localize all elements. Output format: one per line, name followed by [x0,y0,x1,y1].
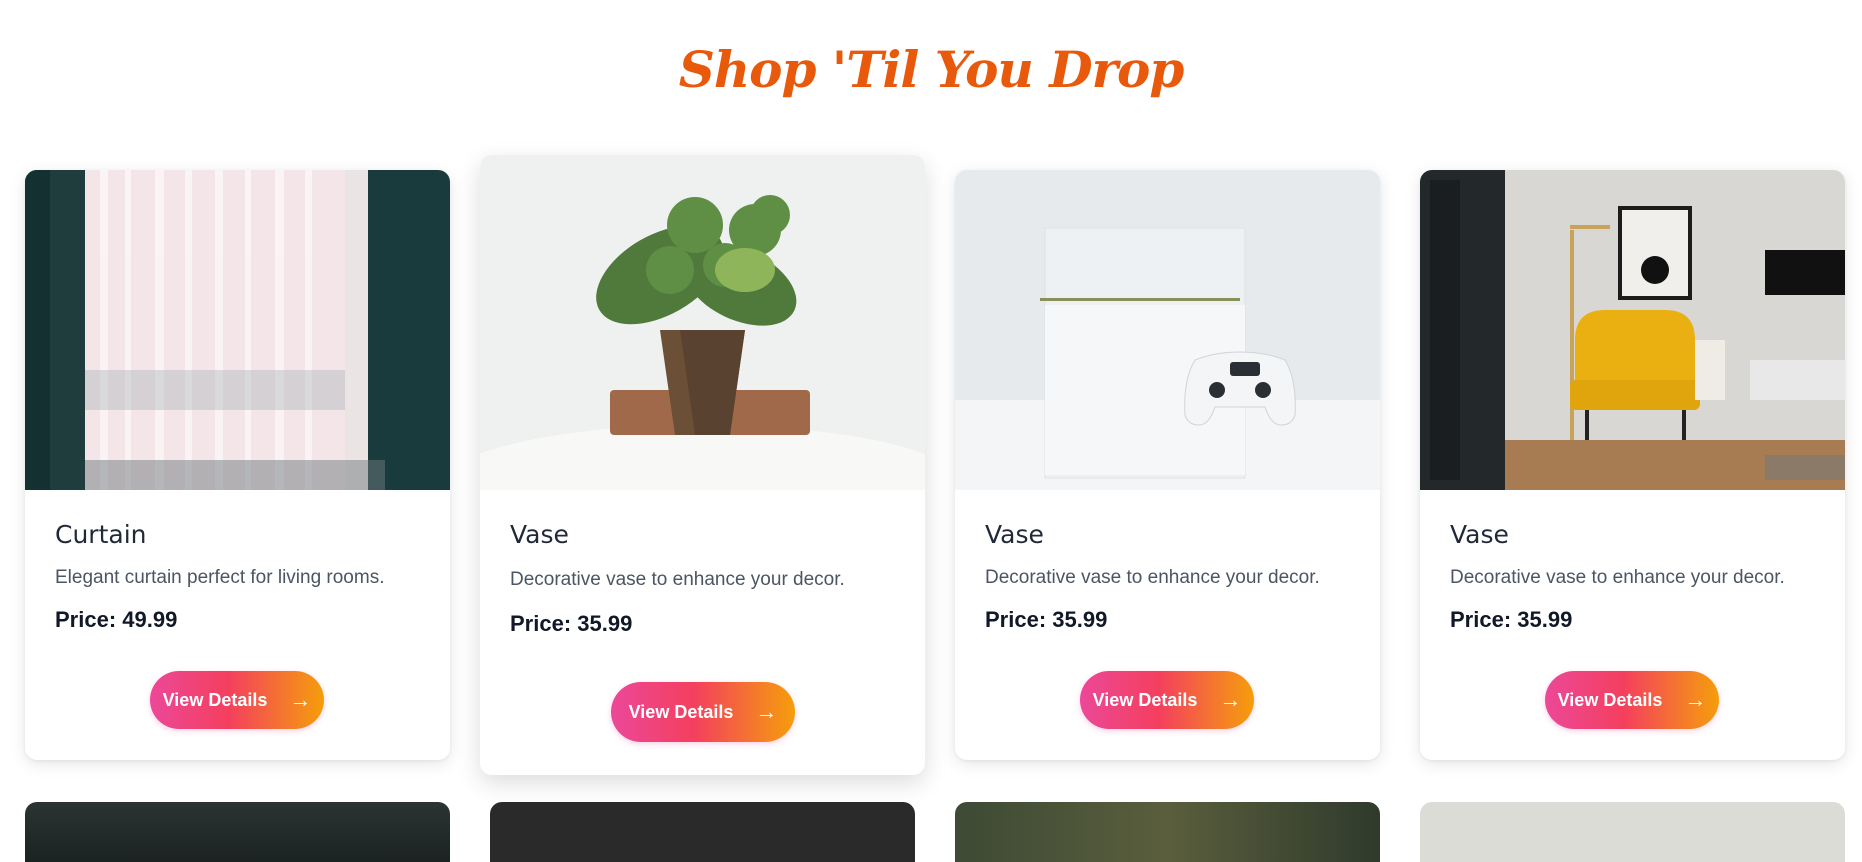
page-title: Shop 'Til You Drop [678,40,1185,99]
product-price: Price: 49.99 [55,607,178,632]
product-description: Decorative vase to enhance your decor. [985,567,1320,588]
product-card-partial [955,802,1380,862]
button-label: View Details [628,701,734,722]
product-card: Vase Decorative vase to enhance your dec… [480,155,925,775]
button-label: View Details [1557,689,1663,710]
product-image [480,155,925,490]
product-price: Price: 35.99 [985,607,1108,632]
product-card: Curtain Elegant curtain perfect for livi… [25,170,450,760]
view-details-button[interactable]: View Details → [1545,671,1719,729]
view-details-button[interactable]: View Details → [150,671,324,729]
product-price: Price: 35.99 [1450,607,1573,632]
button-label: View Details [1092,689,1198,710]
product-price: Price: 35.99 [510,611,633,636]
button-label: View Details [162,689,268,710]
arrow-right-icon: → [1219,687,1242,712]
product-description: Elegant curtain perfect for living rooms… [55,567,385,588]
arrow-right-icon: → [1684,687,1707,712]
product-name: Vase [985,520,1044,549]
product-card-partial [1420,802,1845,862]
product-card-partial [490,802,915,862]
view-details-button[interactable]: View Details → [611,682,795,742]
product-image [955,170,1380,490]
product-description: Decorative vase to enhance your decor. [510,569,845,590]
product-name: Vase [510,520,569,549]
product-image [1420,170,1845,490]
view-details-button[interactable]: View Details → [1080,671,1254,729]
arrow-right-icon: → [755,699,778,724]
product-name: Vase [1450,520,1509,549]
product-image [25,170,450,490]
product-card-partial [25,802,450,862]
arrow-right-icon: → [289,687,312,712]
product-name: Curtain [55,520,147,549]
product-card: Vase Decorative vase to enhance your dec… [1420,170,1845,760]
product-description: Decorative vase to enhance your decor. [1450,567,1785,588]
product-card: Vase Decorative vase to enhance your dec… [955,170,1380,760]
